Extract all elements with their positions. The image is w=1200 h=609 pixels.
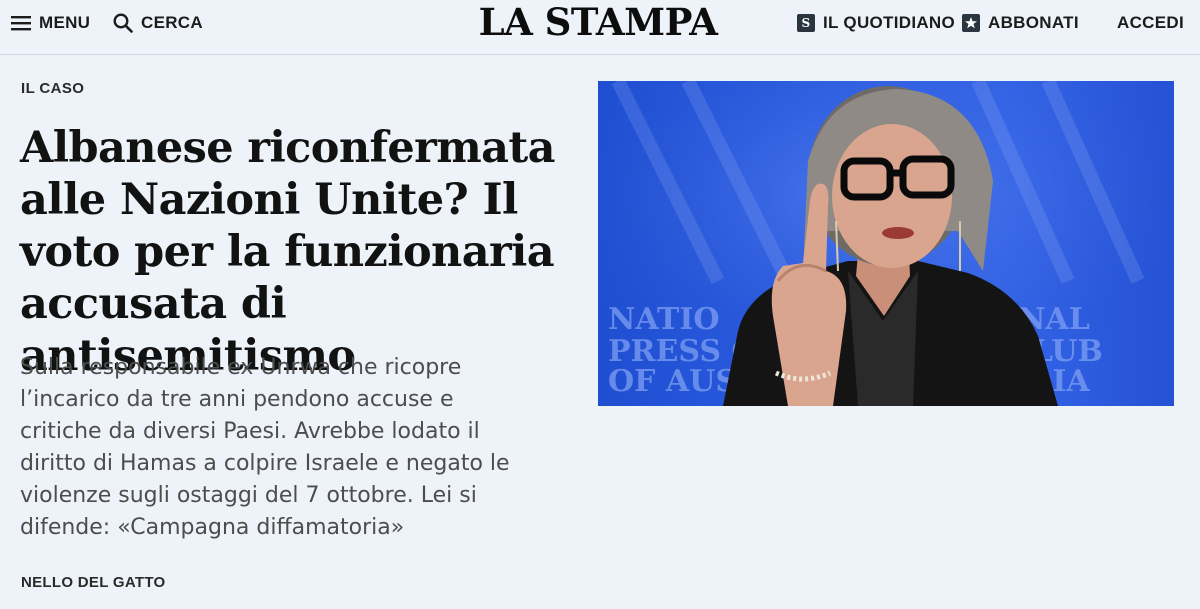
menu-button[interactable]: MENU bbox=[11, 12, 90, 34]
menu-label: MENU bbox=[39, 13, 91, 32]
login-button[interactable]: ACCEDI bbox=[1117, 12, 1184, 34]
quotidiano-label: IL QUOTIDIANO bbox=[823, 13, 956, 32]
search-label: CERCA bbox=[141, 13, 203, 32]
hamburger-icon bbox=[11, 16, 31, 31]
svg-text:OF AUS: OF AUS bbox=[608, 364, 737, 399]
abbonati-link[interactable]: ABBONATI bbox=[962, 12, 1079, 34]
site-header: MENU CERCA LA STAMPA S IL QUOTIDIANO ABB… bbox=[0, 0, 1200, 48]
speaker-photo-illustration: NATIO PRESS C OF AUS NAL CLUB ALIA bbox=[598, 81, 1174, 406]
article-kicker[interactable]: IL CASO bbox=[21, 80, 84, 97]
article-photo[interactable]: NATIO PRESS C OF AUS NAL CLUB ALIA bbox=[598, 81, 1174, 406]
search-button[interactable]: CERCA bbox=[113, 12, 203, 34]
newspaper-s-icon: S bbox=[797, 14, 815, 32]
article-author[interactable]: NELLO DEL GATTO bbox=[21, 574, 166, 591]
accedi-label: ACCEDI bbox=[1117, 13, 1184, 32]
article-headline[interactable]: Albanese riconfermata alle Nazioni Unite… bbox=[20, 122, 580, 382]
abbonati-label: ABBONATI bbox=[988, 13, 1079, 32]
search-icon bbox=[113, 13, 133, 33]
svg-text:NATIO: NATIO bbox=[608, 302, 720, 337]
quotidiano-link[interactable]: S IL QUOTIDIANO bbox=[797, 12, 955, 34]
site-logo[interactable]: LA STAMPA bbox=[465, 0, 731, 44]
header-divider bbox=[0, 54, 1200, 55]
star-badge-icon bbox=[962, 14, 980, 32]
article-summary: Sulla responsabile ex Unrwa che ricopre … bbox=[20, 355, 510, 540]
